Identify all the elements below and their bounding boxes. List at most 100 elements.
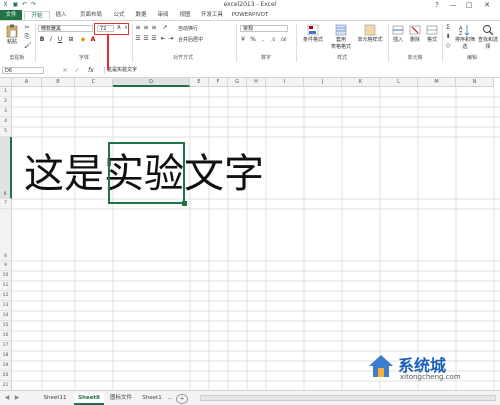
align-bottom-icon[interactable]: ≡: [151, 25, 157, 31]
worksheet-grid[interactable]: A B C D E F G H I J K L M N 1 2 3 4 5 6 7 8 9 10 11 12 13 14 15 16 17 1…: [0, 78, 500, 390]
wrap-text-button[interactable]: 自动换行: [178, 25, 198, 32]
name-box[interactable]: D6: [2, 67, 44, 74]
clear-icon[interactable]: ◇: [445, 43, 451, 49]
next-sheet-icon[interactable]: ▶: [14, 395, 20, 401]
currency-icon[interactable]: ¥: [240, 37, 246, 43]
fill-color-icon[interactable]: ◆: [80, 37, 86, 43]
tab-powerpivot[interactable]: POWERPIVOT: [230, 11, 270, 20]
sheet-tab-active[interactable]: Sheet8: [74, 393, 104, 405]
formula-input[interactable]: 这是实验文字: [104, 67, 498, 74]
horizontal-scrollbar[interactable]: [200, 395, 496, 401]
help-button[interactable]: ?: [430, 0, 444, 10]
tab-review[interactable]: 审阅: [152, 11, 174, 20]
fill-icon[interactable]: ⬇: [445, 34, 451, 40]
column-header-d[interactable]: D: [113, 78, 190, 87]
sheet-tab[interactable]: Sheet11: [38, 393, 72, 403]
increase-decimal-icon[interactable]: .0: [270, 37, 276, 43]
font-name-combo[interactable]: 微软雅黑: [38, 25, 93, 32]
row-header-1[interactable]: 1: [0, 87, 12, 97]
close-button[interactable]: ✕: [480, 0, 494, 10]
row-header-6[interactable]: 6: [0, 137, 12, 199]
paste-button[interactable]: 粘贴: [2, 24, 22, 45]
more-sheets[interactable]: ...: [166, 393, 174, 403]
cut-icon[interactable]: ✂: [24, 25, 30, 31]
enter-entry-button[interactable]: ✓: [74, 68, 80, 74]
tab-view[interactable]: 视图: [174, 11, 196, 20]
row-header-20[interactable]: 20: [0, 371, 12, 381]
insert-cells-button[interactable]: 插入: [390, 24, 406, 43]
align-top-icon[interactable]: ≡: [135, 25, 141, 31]
insert-function-button[interactable]: fx: [86, 68, 96, 74]
align-right-icon[interactable]: ☰: [151, 36, 157, 42]
row-header-2[interactable]: 2: [0, 97, 12, 107]
column-header-g[interactable]: G: [228, 78, 247, 87]
row-header-3[interactable]: 3: [0, 107, 12, 117]
row-header-10[interactable]: 10: [0, 271, 12, 281]
column-header-l[interactable]: L: [380, 78, 418, 87]
align-center-icon[interactable]: ☰: [143, 36, 149, 42]
format-cells-button[interactable]: 格式: [424, 24, 440, 43]
row-header-13[interactable]: 13: [0, 301, 12, 311]
decrease-indent-icon[interactable]: ⇤: [160, 36, 166, 42]
fill-handle[interactable]: [182, 201, 187, 206]
row-header-5[interactable]: 5: [0, 127, 12, 137]
tab-developer[interactable]: 开发工具: [196, 11, 228, 20]
column-header-c[interactable]: C: [75, 78, 113, 87]
row-header-14[interactable]: 14: [0, 311, 12, 321]
row-header-7[interactable]: 7: [0, 199, 12, 209]
cancel-entry-button[interactable]: ✕: [62, 68, 68, 74]
font-color-icon[interactable]: A: [90, 37, 96, 43]
align-middle-icon[interactable]: ≡: [143, 25, 149, 31]
row-header-12[interactable]: 12: [0, 291, 12, 301]
format-painter-icon[interactable]: 🖌: [24, 43, 32, 49]
row-header-9[interactable]: 9: [0, 261, 12, 271]
comma-button[interactable]: ,: [260, 37, 266, 43]
bold-button[interactable]: B: [39, 37, 45, 43]
border-icon[interactable]: ⊞: [68, 37, 74, 43]
autosum-icon[interactable]: Σ: [445, 25, 451, 31]
column-header-k[interactable]: K: [342, 78, 380, 87]
select-all-corner[interactable]: [0, 78, 12, 87]
column-header-m[interactable]: M: [418, 78, 456, 87]
percent-button[interactable]: %: [250, 37, 256, 43]
merge-center-button[interactable]: 合并后居中: [178, 36, 203, 43]
row-header-4[interactable]: 4: [0, 117, 12, 127]
tab-data[interactable]: 数据: [130, 11, 152, 20]
delete-cells-button[interactable]: 删除: [407, 24, 423, 43]
align-left-icon[interactable]: ☰: [135, 36, 141, 42]
number-format-combo[interactable]: 常规: [240, 25, 288, 32]
sheet-tab[interactable]: Sheet1: [138, 393, 166, 403]
column-header-i[interactable]: I: [266, 78, 304, 87]
column-header-h[interactable]: H: [247, 78, 266, 87]
row-header-17[interactable]: 17: [0, 341, 12, 351]
prev-sheet-icon[interactable]: ◀: [4, 395, 10, 401]
increase-indent-icon[interactable]: ⇥: [168, 36, 174, 42]
conditional-format-button[interactable]: 条件格式: [300, 24, 326, 43]
column-header-f[interactable]: F: [209, 78, 228, 87]
column-header-j[interactable]: J: [304, 78, 342, 87]
find-select-button[interactable]: 查找和选择: [477, 24, 499, 50]
tab-page-layout[interactable]: 页面布局: [74, 11, 108, 20]
sort-filter-button[interactable]: A Z 排序和筛选: [454, 24, 476, 50]
column-header-n[interactable]: N: [456, 78, 494, 87]
selected-cell-border[interactable]: [108, 142, 185, 204]
format-as-table-button[interactable]: 套用 表格格式: [328, 24, 354, 50]
row-header-11[interactable]: 11: [0, 281, 12, 291]
cell-styles-button[interactable]: 单元格样式: [356, 24, 384, 43]
row-header-18[interactable]: 18: [0, 351, 12, 361]
column-header-e[interactable]: E: [190, 78, 209, 87]
orientation-icon[interactable]: ↗: [162, 25, 168, 31]
column-header-a[interactable]: A: [12, 78, 42, 87]
column-header-b[interactable]: B: [42, 78, 75, 87]
row-header-21[interactable]: 21: [0, 381, 12, 390]
add-sheet-button[interactable]: +: [176, 394, 188, 404]
sheet-tab[interactable]: 图标文件: [106, 393, 136, 403]
copy-icon[interactable]: ⎘: [24, 34, 30, 40]
row-header-8[interactable]: 8: [0, 209, 12, 261]
restore-button[interactable]: □: [462, 0, 476, 10]
tab-insert[interactable]: 插入: [50, 11, 72, 20]
minimize-button[interactable]: —: [446, 0, 460, 10]
row-header-16[interactable]: 16: [0, 331, 12, 341]
row-header-15[interactable]: 15: [0, 321, 12, 331]
underline-button[interactable]: U: [57, 37, 63, 43]
